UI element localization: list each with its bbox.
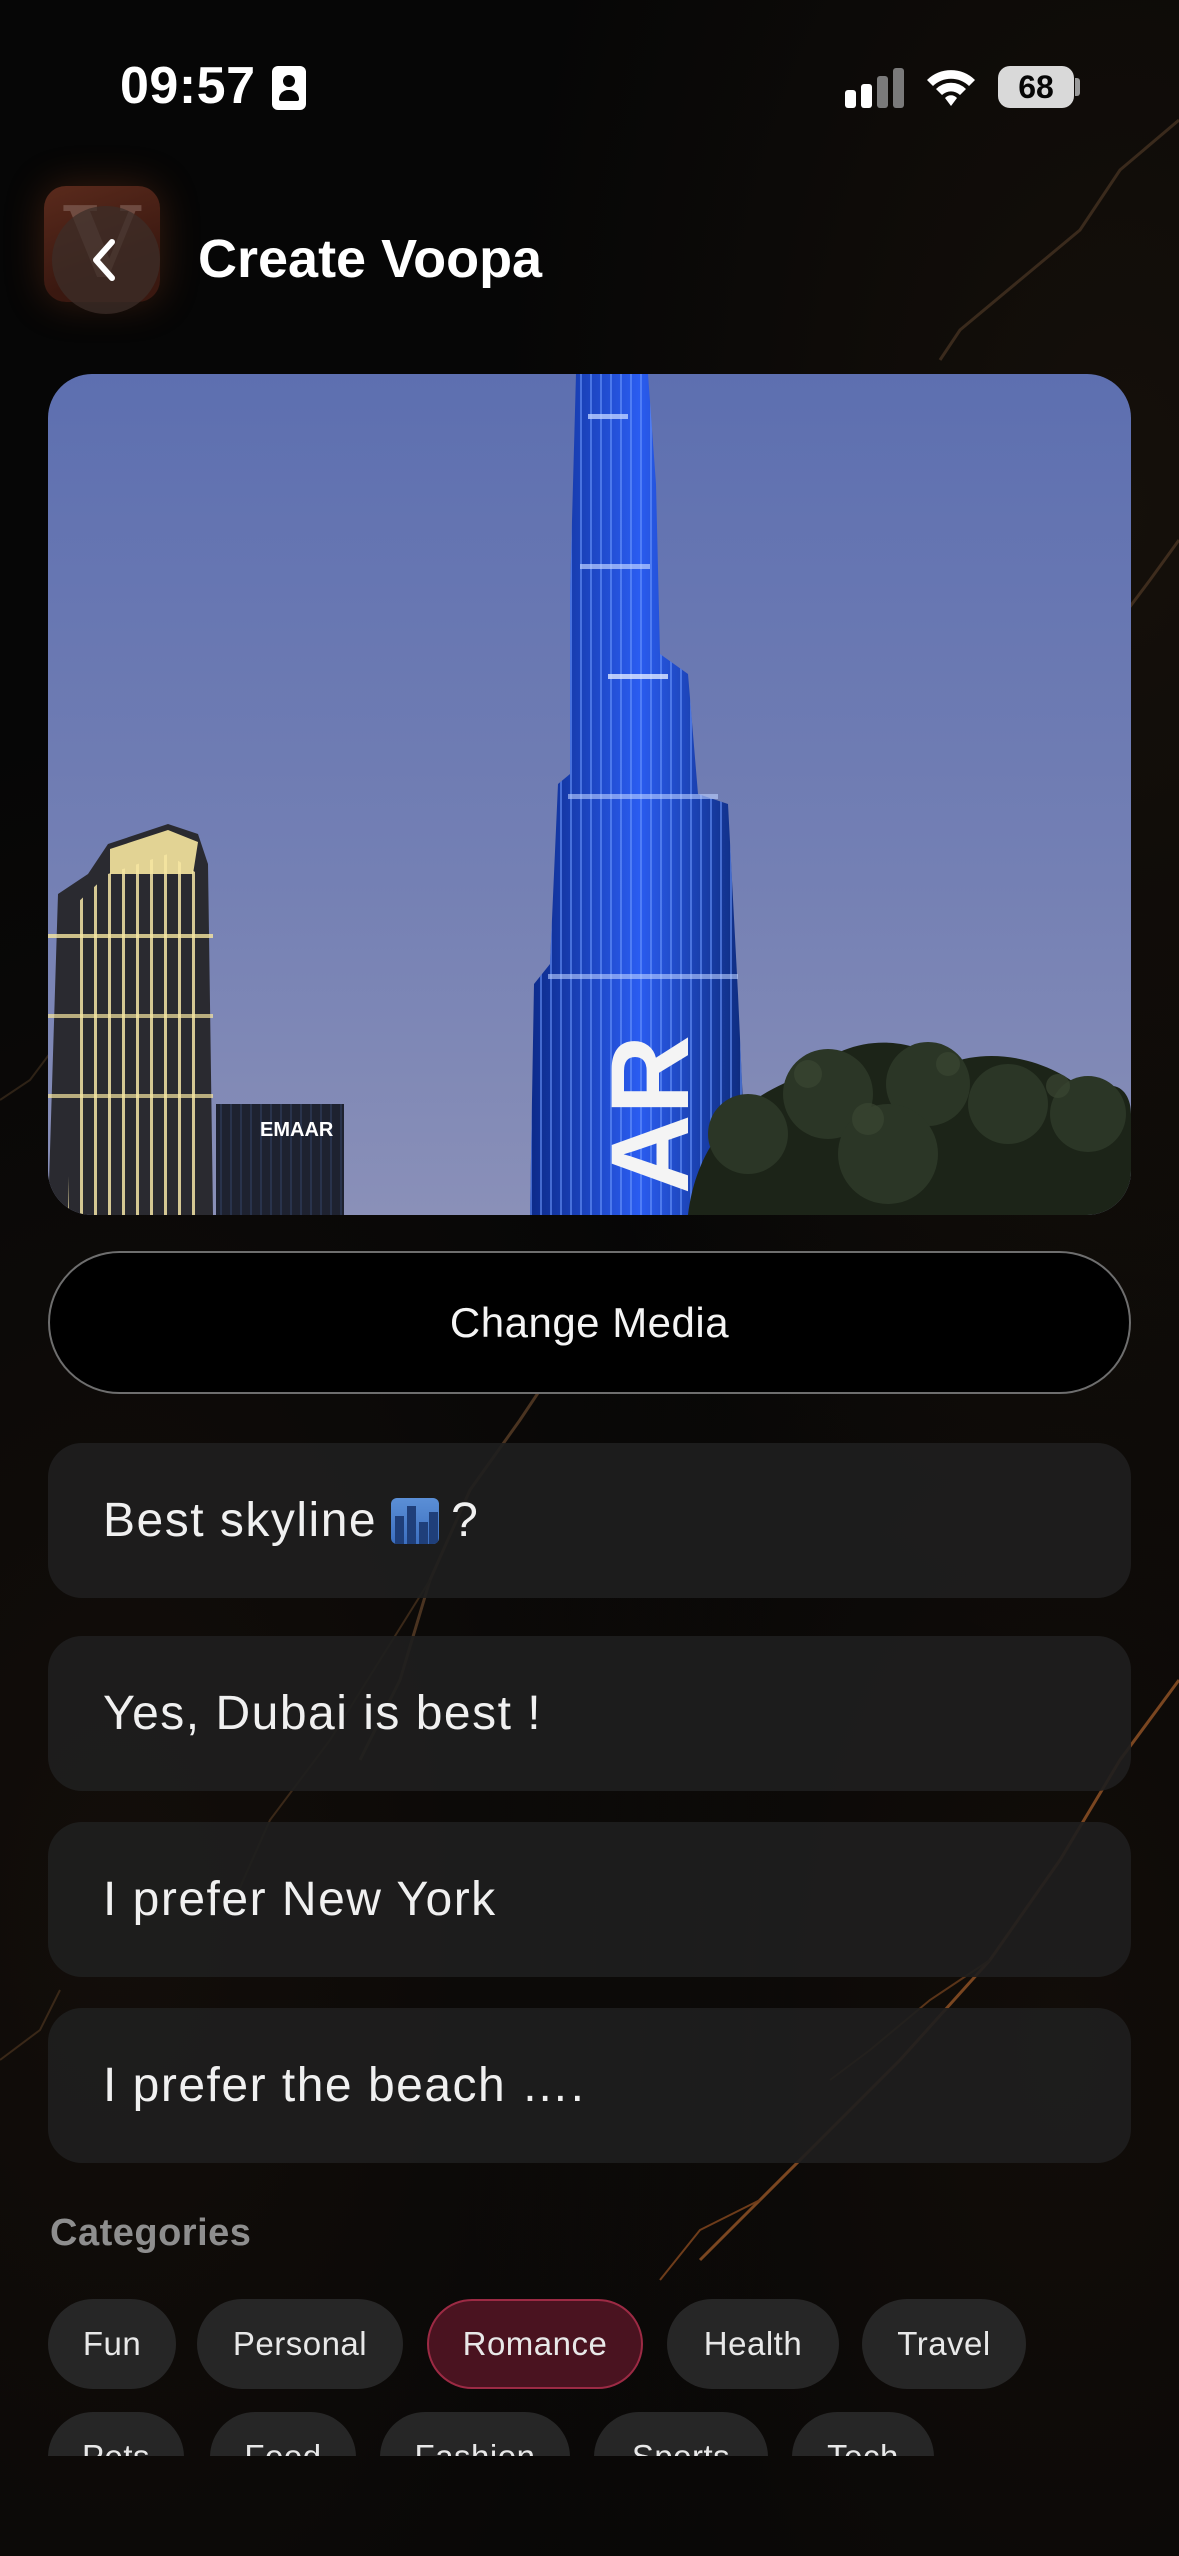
question-text: Best skyline: [103, 1494, 378, 1547]
question-input[interactable]: Best skyline ?: [48, 1443, 1131, 1598]
category-chip-fun[interactable]: Fun: [48, 2299, 176, 2389]
signal-icon: [845, 68, 905, 108]
skyline-photo: EMAAR AR: [48, 374, 1131, 1215]
category-row-2: Pets Food Fashion Sports Tech: [0, 2400, 1179, 2456]
battery-icon: 68: [998, 66, 1074, 108]
categories-label: Categories: [50, 2212, 252, 2254]
wifi-icon: [927, 70, 975, 106]
screen: 09:57 68 V Create Voopa: [0, 0, 1179, 2556]
category-chip-romance[interactable]: Romance: [427, 2299, 643, 2389]
category-chip-tech[interactable]: Tech: [792, 2412, 934, 2456]
question-text-suffix: ?: [451, 1494, 480, 1547]
answer-input-2[interactable]: I prefer New York: [48, 1822, 1131, 1977]
category-chip-sports[interactable]: Sports: [594, 2412, 768, 2456]
media-preview[interactable]: EMAAR AR: [48, 374, 1131, 1215]
chevron-left-icon: [93, 239, 115, 281]
status-time: 09:57: [120, 57, 256, 115]
status-bar: 09:57 68: [0, 0, 1179, 170]
tower-lettering: AR: [589, 1035, 712, 1194]
category-chip-food[interactable]: Food: [210, 2412, 356, 2456]
category-chip-pets[interactable]: Pets: [48, 2412, 184, 2456]
category-chip-personal[interactable]: Personal: [197, 2299, 403, 2389]
emaar-sign: EMAAR: [260, 1119, 334, 1141]
back-button[interactable]: [52, 206, 160, 314]
category-chip-fashion[interactable]: Fashion: [380, 2412, 570, 2456]
answer-input-3[interactable]: I prefer the beach ….: [48, 2008, 1131, 2163]
battery-tip: [1075, 78, 1080, 96]
page-title: Create Voopa: [198, 229, 543, 289]
cityscape-emoji-icon: [391, 1497, 440, 1544]
answer-input-1[interactable]: Yes, Dubai is best !: [48, 1636, 1131, 1791]
change-media-button[interactable]: Change Media: [48, 1251, 1131, 1394]
category-chip-health[interactable]: Health: [667, 2299, 839, 2389]
contact-card-icon: [272, 66, 306, 110]
category-chip-travel[interactable]: Travel: [862, 2299, 1026, 2389]
